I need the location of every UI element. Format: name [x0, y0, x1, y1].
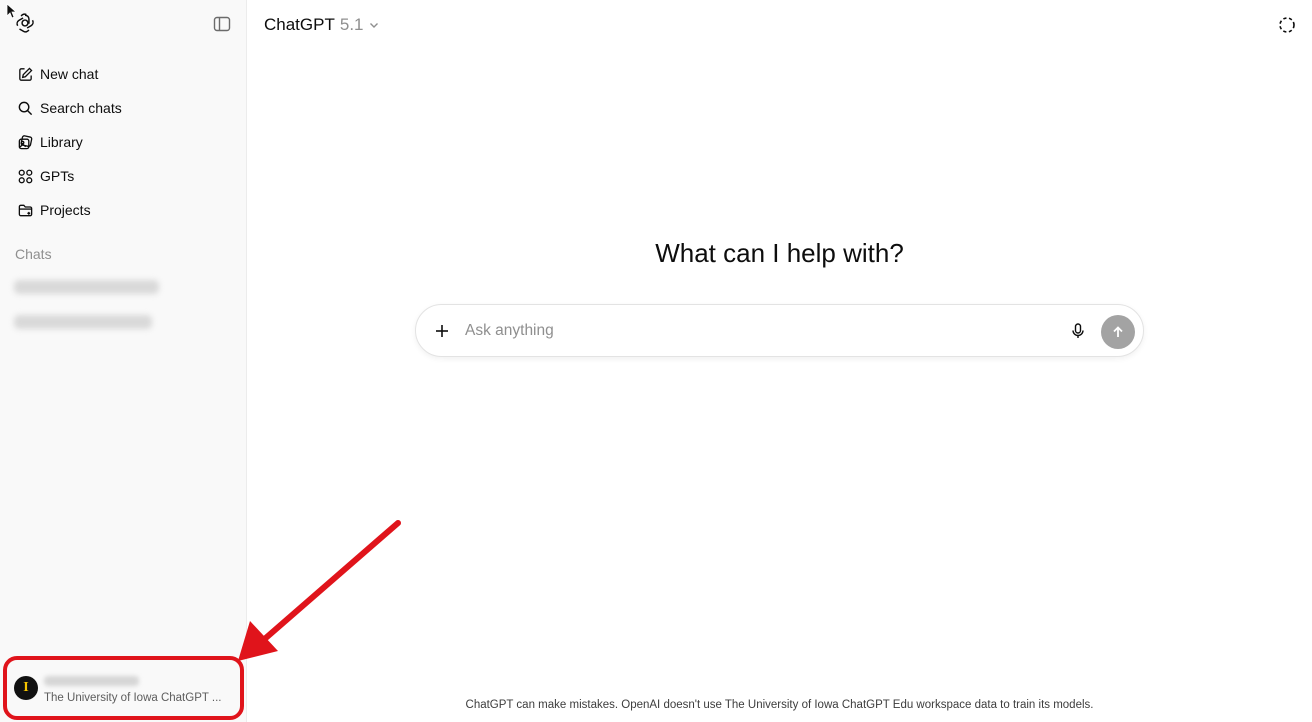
model-selector[interactable]: ChatGPT 5.1	[264, 15, 380, 35]
annotation-highlight-box	[3, 656, 244, 720]
model-version: 5.1	[339, 15, 364, 34]
page-title: What can I help with?	[655, 238, 904, 268]
temporary-chat-icon[interactable]	[1278, 16, 1296, 34]
gpts-button[interactable]: GPTs	[6, 159, 240, 193]
microphone-icon[interactable]	[1068, 321, 1088, 341]
library-label: Library	[40, 134, 83, 150]
folder-icon	[16, 201, 34, 219]
app-title: ChatGPT	[264, 15, 335, 34]
arrow-up-icon	[1113, 326, 1123, 337]
new-chat-label: New chat	[40, 66, 99, 82]
edit-icon	[16, 65, 34, 83]
gpts-label: GPTs	[40, 168, 75, 184]
footer-disclaimer: ChatGPT can make mistakes. OpenAI doesn'…	[465, 699, 1094, 711]
projects-button[interactable]: Projects	[6, 193, 240, 227]
sidebar: New chat Search chats Library GPTs Proje…	[0, 0, 247, 722]
plus-icon[interactable]	[432, 321, 452, 341]
sidebar-nav: New chat Search chats Library GPTs Proje…	[6, 57, 240, 227]
openai-logo-icon[interactable]	[14, 12, 36, 34]
annotation-arrow-icon	[238, 520, 401, 661]
chats-section-label: Chats	[15, 246, 52, 262]
chat-history-item[interactable]	[14, 280, 159, 294]
search-chats-button[interactable]: Search chats	[6, 91, 240, 125]
new-chat-button[interactable]: New chat	[6, 57, 240, 91]
library-button[interactable]: Library	[6, 125, 240, 159]
library-icon	[16, 133, 34, 151]
composer	[415, 304, 1144, 357]
grid-icon	[16, 167, 34, 185]
search-icon	[16, 99, 34, 117]
prompt-input[interactable]	[465, 319, 1055, 343]
search-chats-label: Search chats	[40, 100, 122, 116]
send-button[interactable]	[1101, 315, 1135, 349]
chat-history-item[interactable]	[14, 315, 152, 329]
chevron-down-icon	[369, 23, 378, 28]
sidebar-toggle-icon[interactable]	[212, 14, 232, 34]
projects-label: Projects	[40, 202, 91, 218]
